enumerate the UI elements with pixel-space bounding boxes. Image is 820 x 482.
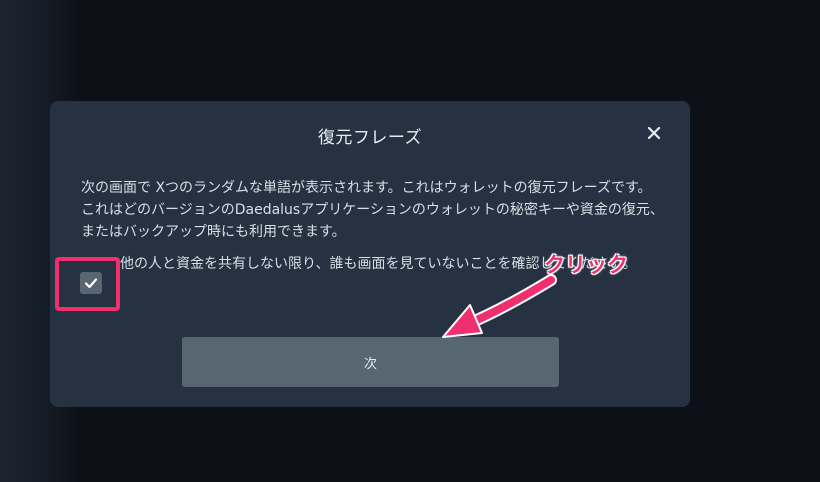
click-annotation-label: クリック <box>544 253 628 277</box>
annotation-arrow <box>442 274 557 338</box>
